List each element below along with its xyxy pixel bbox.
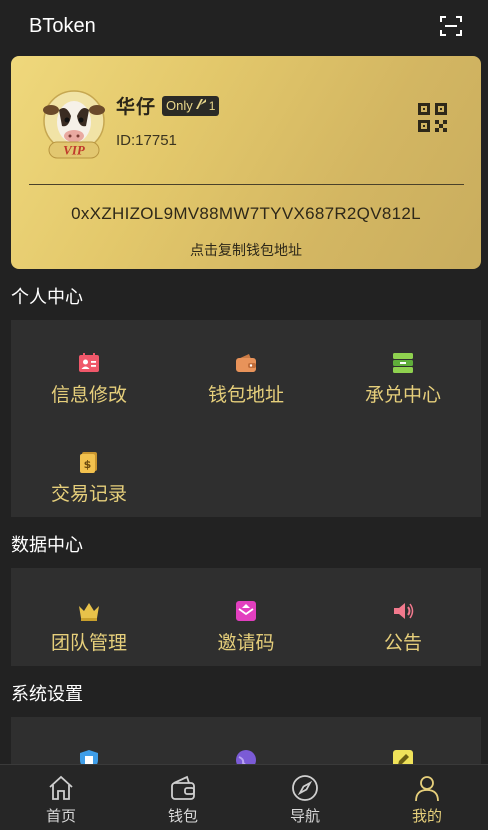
menu-item-invite-code[interactable]: 邀请码 xyxy=(168,600,324,655)
system-panel xyxy=(11,717,481,770)
menu-item-label: 团队管理 xyxy=(50,632,127,654)
svg-text:VIP: VIP xyxy=(63,143,86,158)
user-icon xyxy=(412,773,442,803)
menu-item-team[interactable]: 团队管理 xyxy=(11,600,167,655)
menu-item-label: 交易记录 xyxy=(50,483,127,505)
section-title-data: 数据中心 xyxy=(11,535,83,556)
nav-item-mine[interactable]: 我的 xyxy=(366,765,488,830)
card-divider xyxy=(29,184,464,185)
badge-k-icon xyxy=(195,98,207,113)
menu-item-exchange-center[interactable]: 承兑中心 xyxy=(325,352,481,407)
server-icon xyxy=(392,352,414,374)
nav-item-navigation[interactable]: 导航 xyxy=(244,765,366,830)
mail-icon xyxy=(235,600,257,622)
nav-label: 导航 xyxy=(289,807,320,825)
nav-item-home[interactable]: 首页 xyxy=(0,765,122,830)
badge-mark: 1 xyxy=(208,98,216,113)
compass-icon xyxy=(290,773,320,803)
menu-item-profile-edit[interactable]: 信息修改 xyxy=(11,352,167,407)
svg-text:$: $ xyxy=(84,458,92,471)
id-card-icon xyxy=(78,352,100,374)
qr-code-icon[interactable] xyxy=(416,101,449,134)
menu-item-transactions[interactable]: $ 交易记录 xyxy=(11,451,167,506)
name-row: 华仔 Only 1 xyxy=(116,92,220,119)
wallet-icon xyxy=(168,773,198,803)
section-title-personal: 个人中心 xyxy=(11,287,83,308)
wallet-card: VIP 华仔 Only 1 ID:17751 0xXZHIZOL9MV88MW7… xyxy=(11,56,481,269)
menu-item-label: 公告 xyxy=(383,632,422,654)
menu-item-announcement[interactable]: 公告 xyxy=(325,600,481,655)
only-badge: Only 1 xyxy=(162,95,220,116)
copy-address-hint[interactable]: 点击复制钱包地址 xyxy=(11,240,481,260)
nav-label: 我的 xyxy=(411,807,442,825)
only-badge-text: Only xyxy=(166,98,193,113)
menu-item-wallet-address[interactable]: 钱包地址 xyxy=(168,352,324,407)
scan-icon[interactable] xyxy=(438,13,464,39)
nav-item-wallet[interactable]: 钱包 xyxy=(122,765,244,830)
menu-item-label: 承兑中心 xyxy=(364,384,441,406)
app-title: BToken xyxy=(29,14,96,37)
wallet-icon xyxy=(235,352,257,374)
speaker-icon xyxy=(392,600,414,622)
top-bar: BToken xyxy=(0,0,488,52)
user-id: ID:17751 xyxy=(116,132,177,149)
menu-item-label: 信息修改 xyxy=(50,384,127,406)
user-name: 华仔 xyxy=(116,96,157,118)
section-title-system: 系统设置 xyxy=(11,684,83,705)
data-panel: 团队管理 邀请码 公告 xyxy=(11,568,481,666)
nav-label: 钱包 xyxy=(167,807,198,825)
nav-label: 首页 xyxy=(45,807,76,825)
bottom-nav: 首页 钱包 导航 我的 xyxy=(0,764,488,830)
menu-item-label: 邀请码 xyxy=(217,632,275,654)
home-icon xyxy=(46,773,76,803)
avatar: VIP xyxy=(41,90,107,160)
ledger-icon: $ xyxy=(78,451,100,473)
crown-icon xyxy=(78,600,100,622)
wallet-address[interactable]: 0xXZHIZOL9MV88MW7TYVX687R2QV812L xyxy=(11,204,481,224)
personal-panel: 信息修改 钱包地址 承兑中心 $ 交易记录 xyxy=(11,320,481,517)
menu-item-label: 钱包地址 xyxy=(207,384,284,406)
